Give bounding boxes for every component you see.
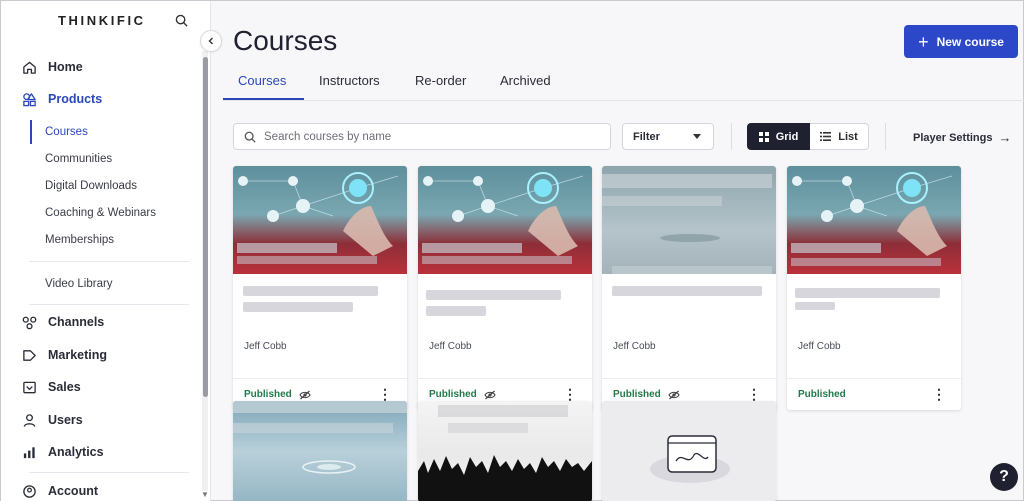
course-thumbnail <box>602 166 776 274</box>
more-options-icon[interactable]: ⋮ <box>378 387 392 401</box>
tab-re-order[interactable]: Re-order <box>415 73 466 88</box>
sidebar-sub-video-library[interactable]: Video Library <box>45 276 113 292</box>
chevron-left-icon <box>208 37 213 45</box>
sidebar-item-label: Users <box>48 413 83 427</box>
plus-icon: + <box>918 31 929 52</box>
marketing-icon <box>21 347 37 363</box>
sidebar-item-home[interactable]: Home <box>21 57 83 77</box>
sidebar-sub-digital-downloads[interactable]: Digital Downloads <box>45 178 137 194</box>
sidebar-sub-memberships[interactable]: Memberships <box>45 232 114 248</box>
sidebar-item-users[interactable]: Users <box>21 410 83 430</box>
status-badge: Published <box>798 389 846 400</box>
sidebar-item-label: Channels <box>48 315 105 329</box>
course-author: Jeff Cobb <box>798 341 841 352</box>
sales-icon <box>21 379 37 395</box>
course-placeholder-icon <box>650 435 730 483</box>
course-thumbnail <box>418 401 592 501</box>
products-icon <box>21 91 37 107</box>
toolbar-divider <box>731 123 732 150</box>
sidebar-divider <box>29 261 189 262</box>
sidebar-item-label: Account <box>48 484 98 498</box>
search-icon <box>244 131 256 143</box>
more-options-icon[interactable]: ⋮ <box>563 387 577 401</box>
sidebar-sub-coaching-webinars[interactable]: Coaching & Webinars <box>45 205 156 221</box>
course-card[interactable]: Jeff Cobb Published ⋮ <box>233 166 407 410</box>
collapse-sidebar-button[interactable] <box>200 30 222 52</box>
grid-icon <box>758 131 769 142</box>
sidebar-item-marketing[interactable]: Marketing <box>21 345 107 365</box>
sidebar-item-label: Sales <box>48 380 81 394</box>
course-author: Jeff Cobb <box>613 341 656 352</box>
list-view-button[interactable]: List <box>810 123 869 150</box>
course-thumbnail <box>233 401 407 501</box>
channels-icon <box>21 314 37 330</box>
filter-dropdown[interactable]: Filter <box>622 123 714 150</box>
search-icon[interactable] <box>175 14 189 28</box>
course-card[interactable]: Jeff Cobb Published ⋮ <box>602 166 776 410</box>
course-card[interactable] <box>418 401 592 501</box>
sidebar-scroll-thumb[interactable] <box>203 57 208 397</box>
grid-view-button[interactable]: Grid <box>747 123 810 150</box>
more-options-icon[interactable]: ⋮ <box>747 387 761 401</box>
tab-archived[interactable]: Archived <box>500 73 551 88</box>
search-box[interactable] <box>233 123 611 150</box>
sidebar-item-account[interactable]: Account <box>21 481 98 501</box>
sidebar-item-label: Analytics <box>48 445 104 459</box>
more-options-icon[interactable]: ⋮ <box>932 387 946 401</box>
course-thumbnail-placeholder <box>602 401 776 501</box>
status-badge: Published <box>613 389 680 400</box>
analytics-icon <box>21 444 37 460</box>
status-badge: Published <box>244 389 311 400</box>
course-author: Jeff Cobb <box>429 341 472 352</box>
caret-down-icon <box>693 134 701 139</box>
help-button[interactable]: ? <box>990 463 1018 491</box>
sidebar: THINKIFIC Home Products Courses Communit… <box>1 1 211 501</box>
list-icon <box>820 132 832 141</box>
course-card[interactable]: Jeff Cobb Published ⋮ <box>787 166 961 410</box>
player-settings-link[interactable]: Player Settings → <box>913 130 1011 145</box>
toolbar-divider <box>885 123 886 150</box>
course-card[interactable]: Jeff Cobb Published ⋮ <box>418 166 592 410</box>
users-icon <box>21 412 37 428</box>
new-course-button[interactable]: + New course <box>904 25 1018 58</box>
course-thumbnail <box>418 166 592 274</box>
sidebar-sub-communities[interactable]: Communities <box>45 151 112 167</box>
page-title: Courses <box>233 25 338 56</box>
active-tab-indicator <box>223 98 304 100</box>
sidebar-item-sales[interactable]: Sales <box>21 377 81 397</box>
tab-courses[interactable]: Courses <box>238 73 286 88</box>
eye-off-icon <box>484 390 496 400</box>
sidebar-item-label: Home <box>48 60 83 74</box>
sidebar-divider <box>29 472 189 473</box>
sidebar-item-label: Marketing <box>48 348 108 362</box>
active-indicator <box>30 120 32 144</box>
arrow-right-icon: → <box>998 130 1012 145</box>
sidebar-item-analytics[interactable]: Analytics <box>21 442 104 462</box>
course-card[interactable] <box>233 401 407 501</box>
sidebar-item-products[interactable]: Products <box>21 89 102 109</box>
tabs-divider <box>223 100 1024 101</box>
sidebar-item-channels[interactable]: Channels <box>21 312 104 332</box>
status-badge: Published <box>429 389 496 400</box>
sidebar-sub-courses[interactable]: Courses <box>45 124 88 140</box>
course-author: Jeff Cobb <box>244 341 287 352</box>
scroll-down-icon[interactable]: ▼ <box>201 490 209 499</box>
home-icon <box>21 59 37 75</box>
course-card[interactable] <box>602 401 776 501</box>
course-thumbnail <box>787 166 961 274</box>
sidebar-item-label: Products <box>48 92 103 106</box>
sidebar-divider <box>29 304 189 305</box>
search-input[interactable] <box>264 130 584 143</box>
course-thumbnail <box>233 166 407 274</box>
tab-instructors[interactable]: Instructors <box>319 73 380 88</box>
brand-logo[interactable]: THINKIFIC <box>58 13 146 28</box>
account-icon <box>21 483 37 499</box>
eye-off-icon <box>668 390 680 400</box>
eye-off-icon <box>299 390 311 400</box>
